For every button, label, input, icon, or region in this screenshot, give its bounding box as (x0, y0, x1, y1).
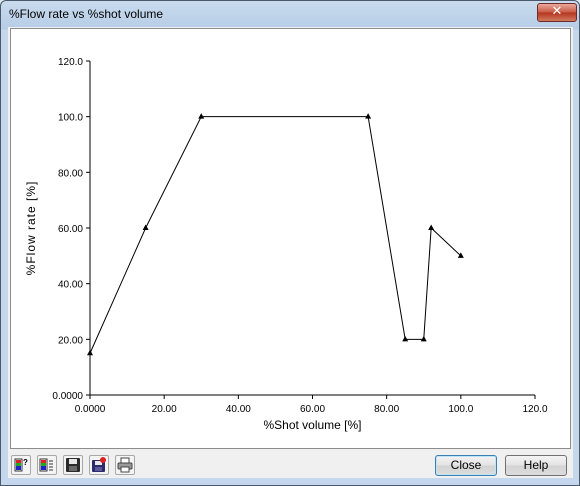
window-close-icon[interactable]: ✕ (537, 3, 577, 22)
data-point-marker (402, 335, 409, 342)
save-button[interactable] (63, 455, 83, 475)
y-tick-label: 120.0 (58, 57, 83, 68)
y-tick-label: 20.00 (58, 335, 83, 346)
x-axis-label: %Shot volume [%] (263, 418, 361, 432)
chart-window: %Flow rate vs %shot volume ✕ 0.0000 20.00… (0, 0, 580, 486)
x-tick-label: 80.00 (374, 404, 399, 415)
data-point-marker (142, 224, 149, 230)
legend-help-icon: ? (14, 458, 28, 472)
x-tick-label: 100.0 (448, 404, 473, 415)
flow-rate-chart: 0.0000 20.00 40.00 60.00 80.00 100.0 120.0 0.00… (24, 57, 548, 432)
print-button[interactable] (115, 455, 135, 475)
save-icon (66, 458, 80, 472)
series-line (89, 116, 462, 354)
plot-area: 0.0000 20.00 40.00 60.00 80.00 100.0 120.0 0.00… (10, 28, 571, 449)
data-view-icon (39, 458, 53, 472)
data-view-button[interactable] (37, 455, 57, 475)
help-button[interactable]: Help (505, 455, 567, 476)
svg-text:?: ? (23, 458, 28, 467)
save-as-button[interactable] (89, 455, 109, 475)
y-tick-label: 0.0000 (52, 391, 83, 402)
save-as-icon (92, 457, 106, 472)
y-tick-label: 40.00 (58, 280, 83, 291)
x-tick-label: 0.0000 (75, 404, 106, 415)
y-tick-label: 60.00 (58, 224, 83, 235)
close-button[interactable]: Close (435, 455, 497, 476)
data-point-marker (87, 349, 93, 356)
print-icon (117, 457, 133, 473)
title-bar[interactable]: %Flow rate vs %shot volume ✕ (1, 1, 579, 27)
x-tick-label: 120.0 (522, 404, 547, 415)
y-tick-label: 80.00 (58, 168, 83, 179)
y-axis-label: %Flow rate [%] (24, 181, 38, 276)
window-client-area: 0.0000 20.00 40.00 60.00 80.00 100.0 120.0 0.00… (8, 27, 573, 478)
window-title: %Flow rate vs %shot volume (9, 7, 164, 21)
x-tick-label: 60.00 (300, 404, 325, 415)
data-point-marker (198, 113, 205, 119)
data-point-marker (420, 335, 427, 342)
data-point-marker (457, 252, 464, 258)
x-tick-label: 40.00 (226, 404, 251, 415)
x-tick-label: 20.00 (152, 404, 177, 415)
data-point-marker (365, 113, 372, 119)
legend-help-button[interactable]: ? (11, 455, 31, 475)
y-tick-label: 100.0 (58, 113, 83, 124)
data-point-marker (428, 224, 435, 230)
